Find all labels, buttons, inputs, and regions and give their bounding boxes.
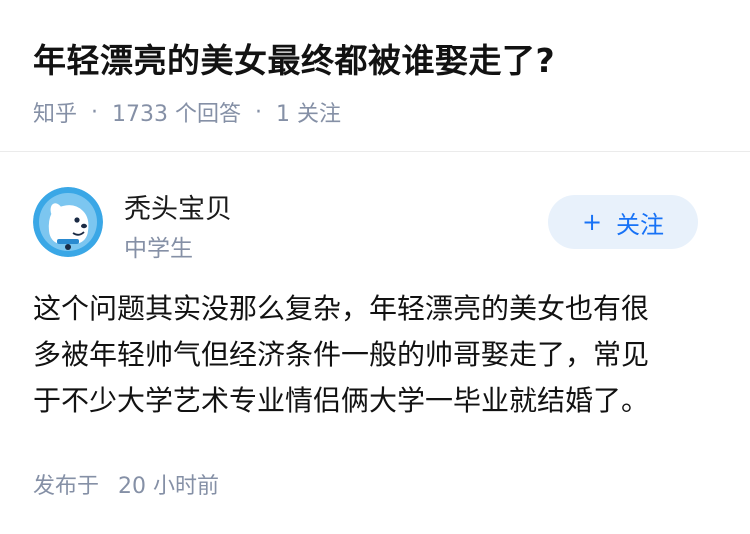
question-meta: 知乎 · 1733 个回答 · 1 关注 bbox=[33, 96, 341, 128]
follow-button-label: 关注 bbox=[616, 210, 665, 239]
publish-info: 发布于 20 小时前 bbox=[33, 468, 219, 500]
meta-separator: · bbox=[91, 99, 99, 125]
follow-button[interactable]: + 关注 bbox=[548, 195, 698, 249]
answer-line: 于不少大学艺术专业情侣俩大学一毕业就结婚了。 bbox=[33, 384, 650, 417]
plus-icon: + bbox=[581, 208, 603, 236]
divider bbox=[0, 151, 750, 152]
question-source[interactable]: 知乎 bbox=[33, 96, 77, 128]
published-time: 20 小时前 bbox=[118, 474, 220, 499]
cartoon-dog-avatar-icon bbox=[33, 187, 103, 257]
answer-count[interactable]: 1733 个回答 bbox=[112, 96, 241, 128]
answer-body: 这个问题其实没那么复杂，年轻漂亮的美女也有很 多被年轻帅气但经济条件一般的帅哥娶… bbox=[33, 286, 723, 424]
avatar[interactable] bbox=[33, 187, 103, 257]
author-name[interactable]: 秃头宝贝 bbox=[124, 187, 232, 226]
question-title[interactable]: 年轻漂亮的美女最终都被谁娶走了? bbox=[33, 34, 555, 82]
meta-separator: · bbox=[255, 99, 262, 125]
author-badge: 中学生 bbox=[124, 236, 193, 262]
published-label: 发布于 bbox=[33, 474, 100, 499]
follower-count: 1 关注 bbox=[276, 102, 341, 127]
answer-line: 这个问题其实没那么复杂，年轻漂亮的美女也有很 bbox=[33, 292, 650, 325]
answer-line: 多被年轻帅气但经济条件一般的帅哥娶走了，常见 bbox=[33, 338, 650, 371]
